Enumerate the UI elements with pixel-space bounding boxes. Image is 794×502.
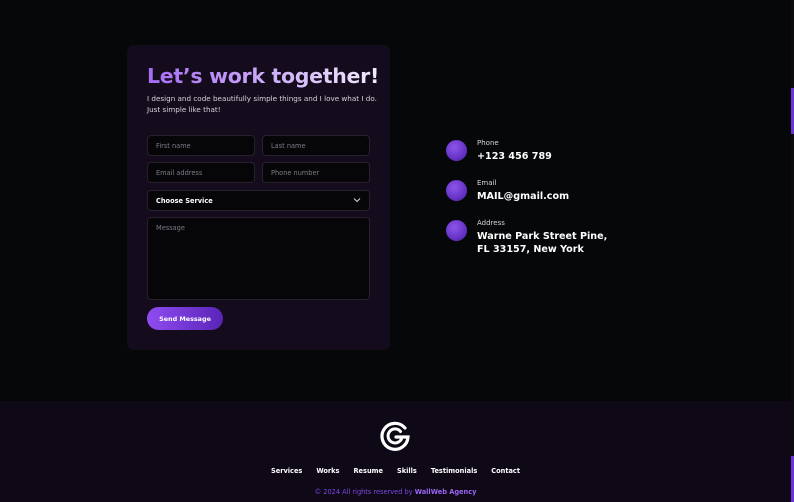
form-heading: Let’s work together! [147,64,380,88]
message-textarea[interactable]: Message [147,217,370,300]
send-message-label: Send Message [159,314,211,323]
first-name-placeholder: First name [156,141,191,150]
address-line-2: FL 33157, New York [477,244,584,255]
site-footer: Services Works Resume Skills Testimonial… [0,401,791,502]
first-name-input[interactable]: First name [147,135,255,156]
contact-form-card: Let’s work together! I design and code b… [127,45,390,350]
email-label: Email [477,179,497,187]
footer-link-testimonials[interactable]: Testimonials [431,467,477,475]
last-name-input[interactable]: Last name [262,135,370,156]
phone-input[interactable]: Phone number [262,162,370,183]
phone-label: Phone [477,139,499,147]
phone-placeholder: Phone number [271,168,320,177]
send-message-button[interactable]: Send Message [147,307,223,330]
email-icon [446,180,467,201]
agency-link[interactable]: WallWeb Agency [415,488,477,496]
footer-link-works[interactable]: Works [316,467,339,475]
email-input[interactable]: Email address [147,162,255,183]
address-label: Address [477,219,505,227]
footer-link-services[interactable]: Services [271,467,302,475]
address-value: Warne Park Street Pine, FL 33157, New Yo… [477,230,607,256]
footer-nav: Services Works Resume Skills Testimonial… [0,467,791,475]
last-name-placeholder: Last name [271,141,306,150]
message-placeholder: Message [156,224,185,232]
footer-link-contact[interactable]: Contact [491,467,520,475]
g-logo-icon[interactable] [379,420,411,452]
phone-icon [446,140,467,161]
service-selected-value: Choose Service [156,196,213,205]
email-placeholder: Email address [156,168,203,177]
copyright-text: © 2024 All rights reserved by [314,488,415,496]
email-value: MAIL@gmail.com [477,191,570,202]
chevron-down-icon [353,196,361,205]
location-icon [446,220,467,241]
address-line-1: Warne Park Street Pine, [477,231,608,242]
form-intro: I design and code beautifully simple thi… [147,94,377,114]
service-select[interactable]: Choose Service [147,190,370,211]
footer-link-skills[interactable]: Skills [397,467,417,475]
footer-link-resume[interactable]: Resume [353,467,383,475]
copyright: © 2024 All rights reserved by WallWeb Ag… [0,488,791,496]
phone-value: +123 456 789 [477,151,552,162]
